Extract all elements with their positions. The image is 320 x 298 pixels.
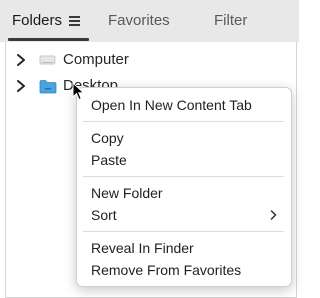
- tree-item-label: Computer: [63, 51, 129, 68]
- active-tab-indicator: [8, 38, 89, 41]
- menu-item-sort[interactable]: Sort: [91, 207, 277, 223]
- menu-item-sort-label: Sort: [91, 207, 117, 223]
- chevron-right-icon: [270, 210, 277, 220]
- menu-item-remove-from-favorites[interactable]: Remove From Favorites: [91, 262, 241, 278]
- chevron-right-icon[interactable]: [16, 54, 26, 66]
- hamburger-menu-icon[interactable]: [69, 16, 80, 26]
- menu-separator: [83, 231, 284, 232]
- menu-item-paste[interactable]: Paste: [91, 152, 127, 168]
- drive-icon: [39, 55, 56, 65]
- folder-icon: [39, 80, 57, 94]
- chevron-right-icon[interactable]: [16, 80, 26, 92]
- tab-filter[interactable]: Filter: [214, 12, 247, 29]
- menu-separator: [83, 176, 284, 177]
- menu-item-copy[interactable]: Copy: [91, 130, 124, 146]
- menu-separator: [83, 121, 284, 122]
- tab-folders[interactable]: Folders: [12, 12, 62, 29]
- menu-item-open-in-new-content-tab[interactable]: Open In New Content Tab: [91, 97, 252, 113]
- mouse-pointer-icon: [72, 82, 85, 101]
- tab-favorites[interactable]: Favorites: [108, 12, 170, 29]
- panel-tab-bar: Folders Favorites Filter: [0, 0, 299, 42]
- context-menu: Open In New Content Tab Copy Paste New F…: [76, 87, 292, 287]
- menu-item-reveal-in-finder[interactable]: Reveal In Finder: [91, 240, 194, 256]
- menu-item-new-folder[interactable]: New Folder: [91, 185, 163, 201]
- tree-item-computer[interactable]: Computer: [6, 48, 296, 72]
